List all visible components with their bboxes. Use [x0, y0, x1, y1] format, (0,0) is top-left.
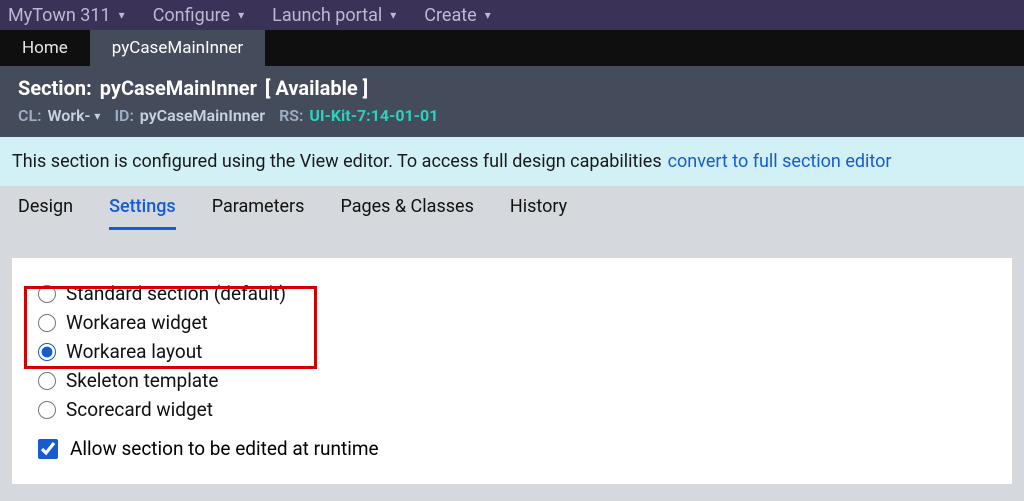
- radio-label: Scorecard widget: [66, 398, 213, 421]
- tab-pages-classes[interactable]: Pages & Classes: [340, 196, 473, 230]
- radio-input[interactable]: [38, 343, 56, 361]
- radio-label: Skeleton template: [66, 369, 218, 392]
- info-text: This section is configured using the Vie…: [12, 151, 662, 172]
- radio-input[interactable]: [38, 401, 56, 419]
- chevron-down-icon: ▾: [390, 8, 396, 22]
- radio-label: Workarea layout: [66, 340, 202, 363]
- ruleform-name: pyCaseMainInner: [100, 76, 257, 100]
- chevron-down-icon: ▾: [238, 8, 244, 22]
- cl-value: Work-: [47, 106, 90, 125]
- class-dropdown[interactable]: CL: Work- ▾: [18, 106, 100, 125]
- radio-label: Standard section (default): [66, 282, 286, 305]
- chevron-down-icon: ▾: [94, 109, 100, 123]
- status-badge: [ Available ]: [265, 76, 368, 100]
- menu-item-launch-portal[interactable]: Launch portal ▾: [272, 5, 396, 26]
- rs-label: RS:: [279, 106, 303, 125]
- top-menu-bar: MyTown 311 ▾ Configure ▾ Launch portal ▾…: [0, 0, 1024, 30]
- tab-settings[interactable]: Settings: [109, 196, 176, 230]
- convert-to-full-section-link[interactable]: convert to full section editor: [668, 151, 892, 172]
- workspace-tab-row: Home pyCaseMainInner: [0, 30, 1024, 66]
- id-value: pyCaseMainInner: [140, 106, 265, 125]
- radio-workarea-layout[interactable]: Workarea layout: [38, 340, 986, 363]
- allow-runtime-edit-checkbox-row[interactable]: Allow section to be edited at runtime: [38, 437, 986, 460]
- ruleform-type-label: Section:: [18, 76, 92, 100]
- tab-home[interactable]: Home: [0, 30, 90, 66]
- chevron-down-icon: ▾: [119, 8, 125, 22]
- radio-scorecard-widget[interactable]: Scorecard widget: [38, 398, 986, 421]
- radio-standard-section[interactable]: Standard section (default): [38, 282, 986, 305]
- radio-workarea-widget[interactable]: Workarea widget: [38, 311, 986, 334]
- info-banner: This section is configured using the Vie…: [0, 137, 1024, 186]
- checkbox-label: Allow section to be edited at runtime: [70, 437, 379, 460]
- menu-item-configure[interactable]: Configure ▾: [153, 5, 244, 26]
- section-type-radio-group: Standard section (default) Workarea widg…: [38, 282, 986, 421]
- menu-label: Create: [424, 5, 476, 26]
- ruleform-header: Section: pyCaseMainInner [ Available ] C…: [0, 66, 1024, 137]
- allow-runtime-edit-checkbox[interactable]: [38, 439, 58, 459]
- tab-parameters[interactable]: Parameters: [212, 196, 305, 230]
- chevron-down-icon: ▾: [485, 8, 491, 22]
- cl-label: CL:: [18, 106, 41, 125]
- radio-skeleton-template[interactable]: Skeleton template: [38, 369, 986, 392]
- radio-input[interactable]: [38, 372, 56, 390]
- settings-panel: Standard section (default) Workarea widg…: [12, 258, 1012, 484]
- menu-label: Launch portal: [272, 5, 382, 26]
- tab-pycasemaininner[interactable]: pyCaseMainInner: [90, 30, 265, 66]
- radio-label: Workarea widget: [66, 311, 208, 334]
- id-label: ID:: [114, 106, 133, 125]
- rs-value: UI-Kit-7:14-01-01: [309, 106, 438, 125]
- ruleform-inner-tabs: Design Settings Parameters Pages & Class…: [0, 186, 1024, 230]
- tab-design[interactable]: Design: [18, 196, 73, 230]
- menu-label: Configure: [153, 5, 230, 26]
- menu-item-mytown[interactable]: MyTown 311 ▾: [8, 5, 125, 26]
- menu-label: MyTown 311: [8, 5, 111, 26]
- radio-input[interactable]: [38, 285, 56, 303]
- radio-input[interactable]: [38, 314, 56, 332]
- menu-item-create[interactable]: Create ▾: [424, 5, 490, 26]
- tab-history[interactable]: History: [510, 196, 567, 230]
